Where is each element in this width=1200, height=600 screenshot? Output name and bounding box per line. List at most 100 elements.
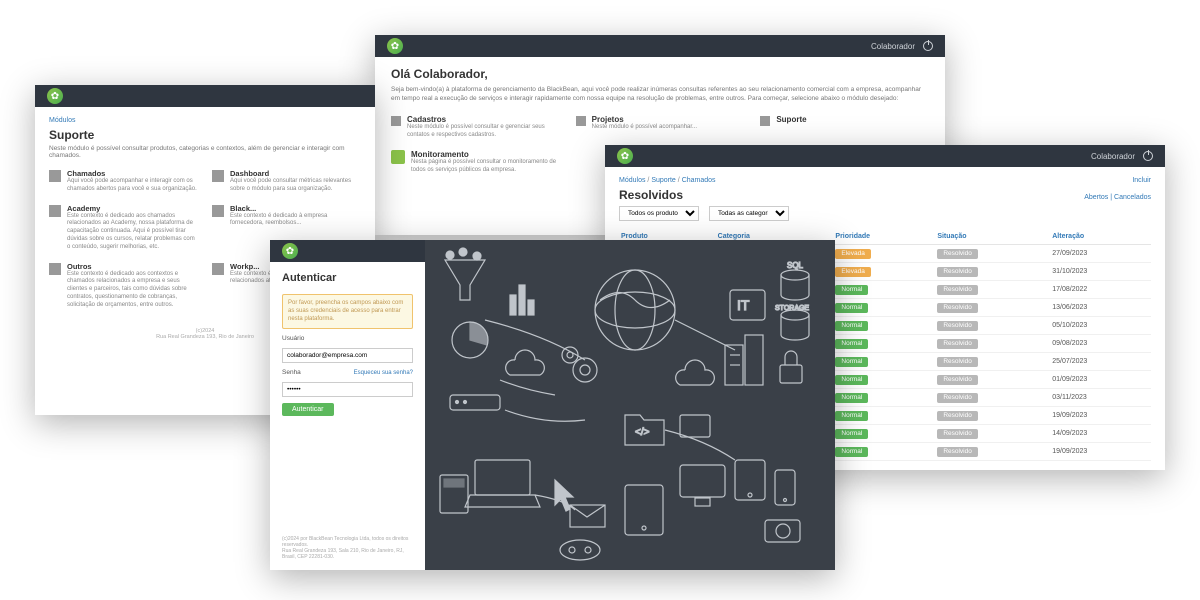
workplace-icon [212, 263, 224, 275]
cell-situacao: Resolvido [935, 353, 1050, 371]
footer-address: Rua Real Grandeza 193, Sala 210, Rio de … [282, 548, 413, 560]
crumb-modulos[interactable]: Módulos [619, 177, 645, 184]
svg-text:</>: </> [635, 427, 650, 438]
power-icon[interactable] [923, 41, 933, 51]
abertos-link[interactable]: Abertos [1084, 194, 1108, 201]
module-title: Monitoramento [411, 150, 560, 159]
suporte-icon [760, 116, 770, 126]
status-links: Abertos | Cancelados [1084, 194, 1151, 201]
projetos-icon [576, 116, 586, 126]
topbar: ✿ Colaborador [375, 35, 945, 57]
module-monitoramento[interactable]: Monitoramento Nesta página é possível co… [391, 150, 560, 175]
login-window: ✿ Autenticar Por favor, preencha os camp… [270, 240, 835, 570]
cell-alteracao: 27/09/2023 [1050, 245, 1151, 263]
company-icon [212, 205, 224, 217]
page-title: Suporte [49, 128, 361, 142]
produto-filter[interactable]: Todos os produtos... [619, 206, 699, 221]
chat-icon [49, 170, 61, 182]
th-prioridade[interactable]: Prioridade [833, 229, 935, 245]
cell-alteracao: 01/09/2023 [1050, 371, 1151, 389]
greeting-title: Olá Colaborador, [391, 67, 929, 81]
cell-prioridade: Normal [833, 317, 935, 335]
module-suporte[interactable]: Suporte [760, 115, 929, 140]
cancelados-link[interactable]: Cancelados [1114, 194, 1151, 201]
cell-alteracao: 13/06/2023 [1050, 299, 1151, 317]
ctx-title: Chamados [67, 169, 198, 178]
svg-text:STORAGE: STORAGE [775, 305, 809, 312]
cell-prioridade: Elevada [833, 263, 935, 281]
cell-situacao: Resolvido [935, 245, 1050, 263]
cell-prioridade: Normal [833, 335, 935, 353]
cell-prioridade: Normal [833, 353, 935, 371]
username-label: Usuário [282, 335, 413, 342]
cell-situacao: Resolvido [935, 263, 1050, 281]
topbar: ✿ Colaborador [605, 145, 1165, 167]
logo-icon: ✿ [387, 38, 403, 54]
cell-alteracao: 31/10/2023 [1050, 263, 1151, 281]
cell-situacao: Resolvido [935, 425, 1050, 443]
other-icon [49, 263, 61, 275]
ctx-title: Black... [230, 204, 361, 213]
cell-alteracao: 19/09/2023 [1050, 443, 1151, 461]
user-role-label: Colaborador [871, 42, 915, 51]
cell-alteracao: 17/08/2022 [1050, 281, 1151, 299]
breadcrumb-link[interactable]: Módulos [49, 117, 75, 124]
ctx-title: Dashboard [230, 169, 361, 178]
logo-icon: ✿ [47, 88, 63, 104]
context-dashboard[interactable]: DashboardAqui você pode consultar métric… [212, 169, 361, 194]
crumb-chamados[interactable]: Chamados [682, 177, 716, 184]
monitoramento-icon [391, 150, 405, 164]
cell-alteracao: 05/10/2023 [1050, 317, 1151, 335]
password-input[interactable] [282, 382, 413, 397]
forgot-password-link[interactable]: Esqueceu sua senha? [354, 370, 413, 376]
context-chamados[interactable]: ChamadosAqui você pode acompanhar e inte… [49, 169, 198, 194]
cell-situacao: Resolvido [935, 389, 1050, 407]
ctx-title: Outros [67, 262, 198, 271]
module-projetos[interactable]: Projetos Neste módulo é possível acompan… [576, 115, 745, 140]
cadastros-icon [391, 116, 401, 126]
topbar: ✿ [270, 240, 425, 262]
incluir-link[interactable]: Incluir [1132, 177, 1151, 184]
user-role-label: Colaborador [1091, 152, 1135, 161]
page-title: Resolvidos [619, 188, 683, 202]
cell-alteracao: 03/11/2023 [1050, 389, 1151, 407]
module-title: Suporte [776, 115, 806, 124]
context-academy[interactable]: AcademyEste contexto é dedicado aos cham… [49, 204, 198, 252]
cell-prioridade: Normal [833, 281, 935, 299]
module-title: Projetos [592, 115, 697, 124]
cell-situacao: Resolvido [935, 443, 1050, 461]
cell-situacao: Resolvido [935, 335, 1050, 353]
cell-alteracao: 19/09/2023 [1050, 407, 1151, 425]
cell-prioridade: Normal [833, 425, 935, 443]
cell-alteracao: 25/07/2023 [1050, 353, 1151, 371]
cell-situacao: Resolvido [935, 371, 1050, 389]
cell-situacao: Resolvido [935, 317, 1050, 335]
module-desc: Neste módulo é possível consultar e gere… [407, 124, 560, 140]
ctx-desc: Este contexto é dedicado aos contextos e… [67, 271, 198, 310]
cell-situacao: Resolvido [935, 299, 1050, 317]
cell-prioridade: Normal [833, 389, 935, 407]
topbar: ✿ [35, 85, 375, 107]
module-desc: Neste módulo é possível acompanhar... [592, 124, 697, 132]
cell-prioridade: Normal [833, 299, 935, 317]
cell-prioridade: Elevada [833, 245, 935, 263]
crumb-suporte[interactable]: Suporte [651, 177, 676, 184]
login-title: Autenticar [282, 272, 413, 284]
cell-alteracao: 09/08/2023 [1050, 335, 1151, 353]
password-label: Senha [282, 369, 301, 376]
ctx-desc: Este contexto é dedicado aos chamados re… [67, 213, 198, 252]
th-situacao[interactable]: Situação [935, 229, 1050, 245]
th-alteracao[interactable]: Alteração [1050, 229, 1151, 245]
module-cadastros[interactable]: Cadastros Neste módulo é possível consul… [391, 115, 560, 140]
context-outros[interactable]: OutrosEste contexto é dedicado aos conte… [49, 262, 198, 310]
categoria-filter[interactable]: Todas as categorias... [709, 206, 789, 221]
ctx-desc: Aqui você pode consultar métricas releva… [230, 178, 361, 194]
academy-icon [49, 205, 61, 217]
submit-button[interactable]: Autenticar [282, 403, 334, 416]
cell-alteracao: 14/09/2023 [1050, 425, 1151, 443]
page-subtitle: Neste módulo é possível consultar produt… [49, 145, 361, 159]
cell-prioridade: Normal [833, 443, 935, 461]
username-input[interactable] [282, 348, 413, 363]
cell-prioridade: Normal [833, 371, 935, 389]
power-icon[interactable] [1143, 151, 1153, 161]
